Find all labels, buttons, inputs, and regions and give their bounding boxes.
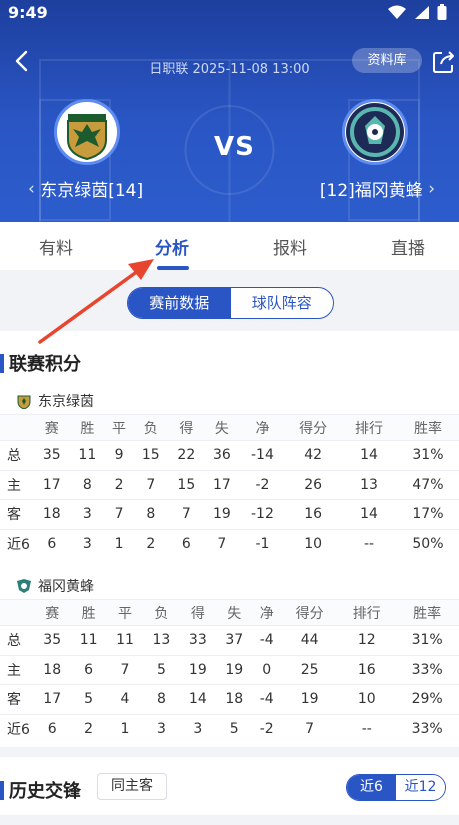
standings-team-header: 东京绿茵	[16, 391, 94, 411]
home-team-name[interactable]: ‹ 东京绿茵[14]	[28, 176, 144, 202]
league-standings-card: 联赛积分 东京绿茵 赛 胜 平 负 得 失 净 得分 排行 胜率 总 35 11…	[0, 331, 459, 747]
column-header: 赛	[44, 420, 59, 437]
column-header: 净	[255, 420, 270, 437]
standings-table-away: 赛 胜 平 负 得 失 净 得分 排行 胜率 总 35 11 11 13 33 …	[0, 599, 459, 744]
history-title: 历史交锋	[9, 781, 81, 802]
column-header: 胜	[81, 605, 96, 622]
table-row: 客 17 5 4 8 14 18 -4 19 10 29%	[0, 684, 459, 715]
column-header: 胜	[80, 420, 95, 437]
column-header: 赛	[45, 605, 60, 622]
away-team-name[interactable]: [12]福冈黄蜂 ›	[319, 176, 435, 202]
table-row: 客 18 3 7 8 7 19 -12 16 14 17%	[0, 499, 459, 530]
standings-team-name: 福冈黄蜂	[38, 579, 94, 595]
table-header-row: 赛 胜 平 负 得 失 净 得分 排行 胜率	[0, 599, 459, 626]
database-button[interactable]: 资料库	[352, 48, 422, 73]
standings-table-home: 赛 胜 平 负 得 失 净 得分 排行 胜率 总 35 11 9 15 22 3…	[0, 414, 459, 559]
column-header: 负	[154, 605, 169, 622]
table-row: 近6 6 3 1 2 6 7 -1 10 -- 50%	[0, 529, 459, 559]
column-header: 负	[143, 420, 158, 437]
status-bar: 9:49	[0, 0, 459, 26]
home-team-logo[interactable]	[54, 99, 120, 165]
cellular-signal-icon	[415, 5, 429, 19]
standings-title: 联赛积分	[9, 354, 81, 375]
away-team-label: [12]福冈黄蜂	[319, 181, 423, 201]
column-header: 排行	[354, 420, 383, 437]
table-row: 总 35 11 11 13 33 37 -4 44 12 31%	[0, 625, 459, 656]
history-section-title: 历史交锋	[0, 777, 81, 803]
chevron-right-icon: ›	[422, 178, 435, 199]
toggle-last-12[interactable]: 近12	[396, 775, 445, 800]
standings-team-header: 福冈黄蜂	[16, 576, 94, 596]
standings-team-name: 东京绿茵	[38, 394, 94, 410]
table-row: 总 35 11 9 15 22 36 -14 42 14 31%	[0, 440, 459, 471]
wifi-icon	[388, 5, 406, 19]
column-header: 得	[179, 420, 194, 437]
same-host-button[interactable]: 同主客	[97, 773, 167, 800]
column-header: 胜率	[413, 605, 442, 622]
standings-section-title: 联赛积分	[0, 351, 81, 375]
history-range-toggle: 近6 近12	[346, 774, 446, 801]
column-header: 得	[190, 605, 205, 622]
column-header: 排行	[352, 605, 381, 622]
column-header: 平	[118, 605, 133, 622]
column-header: 净	[259, 605, 274, 622]
away-team-logo[interactable]	[342, 99, 408, 165]
share-icon[interactable]	[432, 48, 456, 74]
battery-icon	[437, 4, 447, 20]
avispa-fukuoka-crest-icon	[346, 103, 404, 161]
tab-baoliao[interactable]: 报料	[250, 234, 330, 259]
annotation-arrow-icon	[38, 259, 154, 344]
vs-label: VS	[214, 132, 255, 162]
table-header-row: 赛 胜 平 负 得 失 净 得分 排行 胜率	[0, 414, 459, 441]
home-team-label: 东京绿茵[14]	[40, 181, 144, 201]
section-accent-bar	[0, 353, 4, 373]
tokyo-verdy-mini-crest-icon	[17, 395, 31, 409]
section-accent-bar	[0, 780, 4, 800]
segment-team-lineup[interactable]: 球队阵容	[231, 288, 334, 318]
column-header: 得分	[299, 420, 328, 437]
tab-live[interactable]: 直播	[368, 234, 448, 259]
bottom-spacer	[0, 815, 459, 825]
table-row: 近6 6 2 1 3 3 5 -2 7 -- 33%	[0, 714, 459, 744]
chevron-left-icon: ‹	[28, 178, 41, 199]
table-row: 主 17 8 2 7 15 17 -2 26 13 47%	[0, 470, 459, 500]
column-header: 失	[227, 605, 242, 622]
column-header: 失	[214, 420, 229, 437]
column-header: 平	[112, 420, 127, 437]
column-header: 胜率	[413, 420, 442, 437]
toggle-last-6[interactable]: 近6	[347, 775, 396, 800]
column-header: 得分	[295, 605, 324, 622]
tokyo-verdy-crest-icon	[58, 103, 116, 161]
match-header: 9:49 日职联 2025-11-08 13:00 资料库 VS ‹ 东京绿茵[…	[0, 0, 459, 222]
table-row: 主 18 6 7 5 19 19 0 25 16 33%	[0, 655, 459, 685]
status-time: 9:49	[8, 3, 48, 22]
avispa-fukuoka-mini-crest-icon	[17, 579, 31, 593]
